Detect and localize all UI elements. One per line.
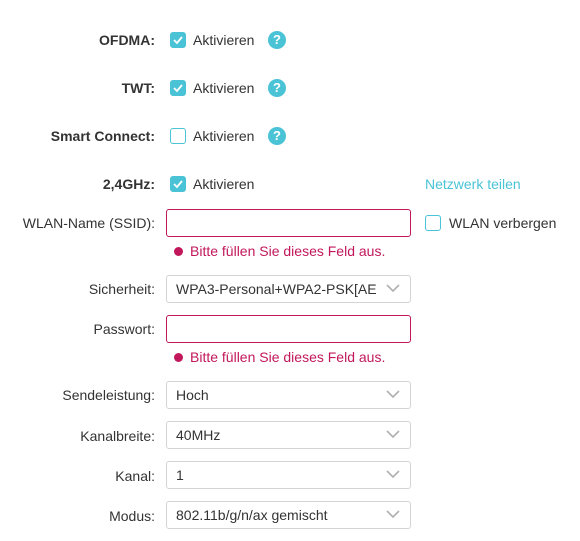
checkmark-icon xyxy=(173,180,183,189)
ofdma-label: OFDMA: xyxy=(99,32,155,48)
channel-select[interactable]: 1 xyxy=(166,461,411,489)
question-circle-icon[interactable]: ? xyxy=(268,127,286,145)
band-24ghz-label: 2,4GHz: xyxy=(102,176,155,192)
smart-connect-checkbox-label[interactable]: Aktivieren xyxy=(193,128,254,144)
security-select-value: WPA3-Personal+WPA2-PSK[AE xyxy=(176,281,377,297)
security-label: Sicherheit: xyxy=(88,281,155,297)
password-error-message: Bitte füllen Sie dieses Feld aus. xyxy=(174,349,385,365)
chevron-down-icon xyxy=(386,470,400,479)
twt-checkbox[interactable] xyxy=(170,80,186,96)
security-select[interactable]: WPA3-Personal+WPA2-PSK[AE xyxy=(166,275,411,303)
error-dot-icon xyxy=(174,247,183,256)
mode-label: Modus: xyxy=(109,508,155,524)
chevron-down-icon xyxy=(386,284,400,293)
channel-select-value: 1 xyxy=(176,467,184,483)
checkmark-icon xyxy=(173,84,183,93)
ssid-label: WLAN-Name (SSID): xyxy=(22,215,155,231)
password-input[interactable] xyxy=(166,315,411,343)
hide-ssid-label[interactable]: WLAN verbergen xyxy=(449,215,556,231)
share-network-link[interactable]: Netzwerk teilen xyxy=(425,176,521,192)
chevron-down-icon xyxy=(386,430,400,439)
band-24ghz-checkbox[interactable] xyxy=(170,176,186,192)
twt-checkbox-label[interactable]: Aktivieren xyxy=(193,80,254,96)
error-dot-icon xyxy=(174,353,183,362)
tx-power-label: Sendeleistung: xyxy=(62,387,155,403)
ssid-input[interactable] xyxy=(166,209,411,237)
tx-power-select[interactable]: Hoch xyxy=(166,381,411,409)
smart-connect-label: Smart Connect: xyxy=(50,128,155,144)
chevron-down-icon xyxy=(386,510,400,519)
tx-power-select-value: Hoch xyxy=(176,387,209,403)
password-label: Passwort: xyxy=(93,321,155,337)
twt-label: TWT: xyxy=(121,80,155,96)
password-error-text: Bitte füllen Sie dieses Feld aus. xyxy=(190,349,386,365)
ofdma-checkbox[interactable] xyxy=(170,32,186,48)
channel-label: Kanal: xyxy=(115,468,155,484)
checkmark-icon xyxy=(173,36,183,45)
chevron-down-icon xyxy=(386,390,400,399)
ssid-error-message: Bitte füllen Sie dieses Feld aus. xyxy=(174,243,385,259)
smart-connect-checkbox[interactable] xyxy=(170,128,186,144)
channel-width-select[interactable]: 40MHz xyxy=(166,421,411,449)
mode-select[interactable]: 802.11b/g/n/ax gemischt xyxy=(166,501,411,529)
question-circle-icon[interactable]: ? xyxy=(268,79,286,97)
question-circle-icon[interactable]: ? xyxy=(268,31,286,49)
channel-width-label: Kanalbreite: xyxy=(80,428,155,444)
ssid-error-text: Bitte füllen Sie dieses Feld aus. xyxy=(190,243,386,259)
band-24ghz-checkbox-label[interactable]: Aktivieren xyxy=(193,176,254,192)
channel-width-select-value: 40MHz xyxy=(176,427,221,443)
hide-ssid-checkbox[interactable] xyxy=(425,215,441,231)
ofdma-checkbox-label[interactable]: Aktivieren xyxy=(193,32,254,48)
mode-select-value: 802.11b/g/n/ax gemischt xyxy=(176,507,328,523)
